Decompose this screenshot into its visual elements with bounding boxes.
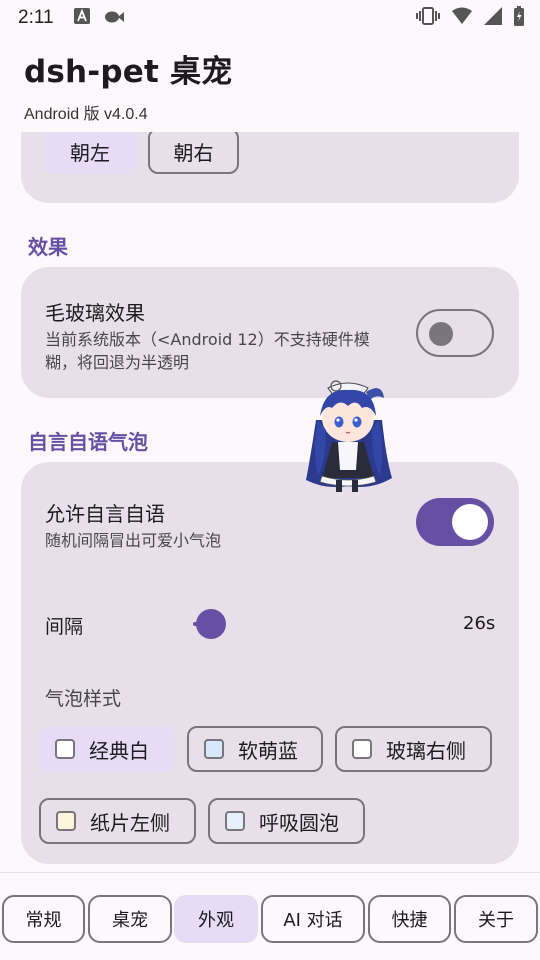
allow-bubbles-switch[interactable] [416,498,494,546]
tab-about-label: 关于 [478,910,514,931]
color-swatch [352,739,372,759]
color-swatch [56,811,76,831]
bottom-tab-bar: 常规 桌宠 外观 AI 对话 快捷 关于 [0,872,540,960]
status-bar: 2:11 [0,0,540,36]
direction-left-label: 朝左 [70,140,110,165]
tab-ai-chat[interactable]: AI 对话 [261,895,365,943]
fish-notification-icon [104,9,124,28]
tab-general-label: 常规 [25,910,62,931]
vibrate-icon [416,7,440,29]
frosted-glass-desc-line2: 糊，将回退为半透明 [45,353,190,372]
bubble-style-paper-left[interactable]: 纸片左侧 [39,798,196,844]
tab-pet[interactable]: 桌宠 [88,895,172,943]
battery-icon [514,6,524,30]
allow-bubbles-desc: 随机间隔冒出可爱小气泡 [45,531,222,550]
tab-shortcuts-label: 快捷 [391,910,428,931]
tab-appearance-label: 外观 [198,910,234,931]
switch-thumb [452,504,488,540]
bubble-style-classic-white[interactable]: 经典白 [40,726,174,772]
tab-appearance[interactable]: 外观 [174,895,258,943]
tab-about[interactable]: 关于 [454,895,538,943]
frosted-glass-desc-line1: 当前系统版本（<Android 12）不支持硬件模 [45,330,370,349]
tab-ai-chat-label: AI 对话 [283,910,343,931]
tab-shortcuts[interactable]: 快捷 [368,895,451,943]
switch-thumb [429,322,453,346]
frosted-glass-title: 毛玻璃效果 [45,301,145,325]
direction-right-label: 朝右 [173,140,214,165]
desktop-pet-character[interactable] [296,380,400,496]
bubble-style-glass-right[interactable]: 玻璃右侧 [335,726,492,772]
direction-right-chip[interactable]: 朝右 [148,132,239,174]
app-version: Android 版 v4.0.4 [24,106,148,123]
direction-card: 朝左 朝右 [21,132,519,203]
interval-value: 26s [463,613,496,634]
frosted-glass-switch[interactable] [416,309,494,357]
bubble-style-label-paper-left: 纸片左侧 [90,810,170,835]
bubble-style-soft-blue[interactable]: 软萌蓝 [187,726,323,772]
color-swatch [225,811,245,831]
bubbles-card: 允许自言自语 随机间隔冒出可爱小气泡 间隔 26s 气泡样式 经典白 软萌蓝 玻… [21,462,519,864]
wifi-icon [452,7,472,29]
tab-pet-label: 桌宠 [112,910,148,931]
status-time: 2:11 [18,7,54,28]
allow-bubbles-title: 允许自言自语 [45,502,165,526]
bubble-style-label-soft-blue: 软萌蓝 [238,738,298,763]
tab-general[interactable]: 常规 [2,895,85,943]
bubble-style-breathing-round[interactable]: 呼吸圆泡 [208,798,365,844]
bubbles-section-title: 自言自语气泡 [28,430,148,454]
interval-label: 间隔 [45,616,84,638]
effects-section-title: 效果 [28,235,68,259]
bubble-style-label-glass-right: 玻璃右侧 [386,738,466,763]
signal-icon [484,7,502,29]
color-swatch [204,739,224,759]
bubble-style-label-breathing-round: 呼吸圆泡 [259,810,339,835]
bubble-style-label: 气泡样式 [45,688,122,710]
color-swatch [55,739,75,759]
interval-slider-thumb[interactable] [196,609,226,639]
keyboard-notification-icon [73,8,90,28]
frosted-glass-card: 毛玻璃效果 当前系统版本（<Android 12）不支持硬件模 糊，将回退为半透… [21,267,519,398]
direction-left-chip[interactable]: 朝左 [44,132,136,174]
settings-scroll-area[interactable]: 朝左 朝右 效果 毛玻璃效果 当前系统版本（<Android 12）不支持硬件模… [0,132,540,872]
app-title: dsh-pet 桌宠 [24,54,233,90]
app-header: dsh-pet 桌宠 Android 版 v4.0.4 [0,36,540,132]
bubble-style-label-classic-white: 经典白 [89,738,149,763]
